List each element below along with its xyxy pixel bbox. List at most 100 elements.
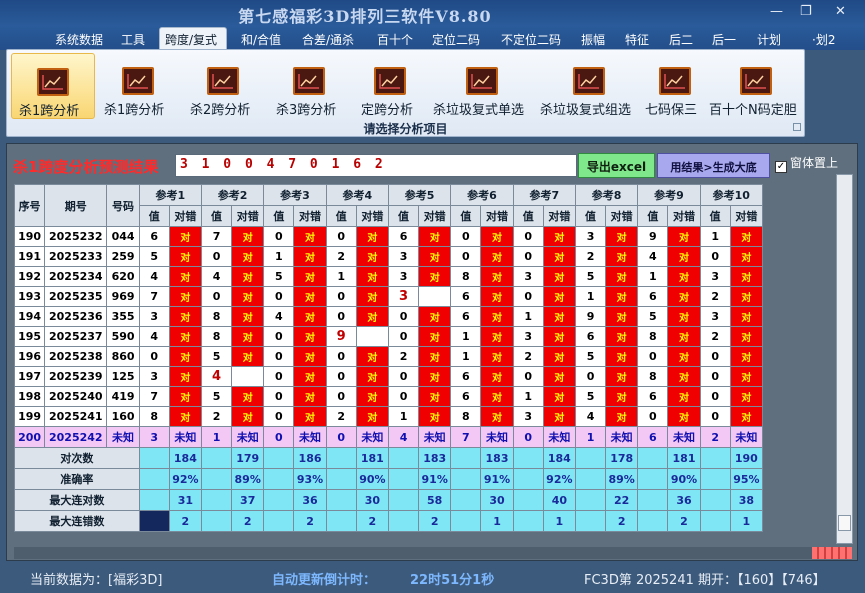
menu-amplitude[interactable]: 振幅 xyxy=(581,31,605,48)
menu-diff-kill[interactable]: 合差/通杀 xyxy=(302,31,354,48)
stats-value: 30 xyxy=(480,489,514,511)
table-row[interactable]: 193 2025235 969 7 对 0 对 0 对 0 对 3 6 对 0 对 1 对 6 对 2 对 xyxy=(13,286,764,307)
ribbon-button-kill1-span-b[interactable]: 杀1跨分析 xyxy=(99,53,179,119)
ribbon-button-fixed-span[interactable]: 定跨分析 xyxy=(355,53,425,119)
code-cell: 620 xyxy=(106,266,140,287)
stats-value: 36 xyxy=(293,489,327,511)
table-row[interactable]: 194 2025236 355 3 对 8 对 4 对 0 对 0 对 6 对 1 对 9 对 5 对 3 对 xyxy=(13,306,764,327)
ribbon-button-kill1-span[interactable]: 杀1跨分析 xyxy=(11,53,95,119)
ribbon-button-n-code[interactable]: 百十个N码定胆 xyxy=(709,53,803,119)
check-cell-ok: 对 xyxy=(231,226,265,247)
stats-blank xyxy=(699,447,731,469)
check-cell-ok: 对 xyxy=(293,346,327,367)
check-cell-ok: 对 xyxy=(168,266,202,287)
stats-value: 38 xyxy=(729,489,764,511)
check-cell-ok: 对 xyxy=(542,346,576,367)
code-cell: 259 xyxy=(106,246,140,267)
stats-blank xyxy=(637,447,669,469)
menu-sum-value[interactable]: 和/合值 xyxy=(241,31,281,48)
menu-tools[interactable]: 工具 xyxy=(121,31,145,48)
minimize-button[interactable]: — xyxy=(770,5,783,19)
expand-icon[interactable] xyxy=(793,123,801,131)
result-field[interactable]: 3 1 0 0 4 7 0 1 6 2 xyxy=(175,154,577,177)
horizontal-scrollbar[interactable] xyxy=(14,547,814,559)
app-title: 第七感福彩3D排列三软件V8.80 xyxy=(238,7,492,26)
vertical-scrollbar[interactable] xyxy=(836,174,853,544)
maximize-button[interactable]: ❐ xyxy=(800,5,812,19)
check-cell-ok: 对 xyxy=(168,366,202,387)
menu-plan[interactable]: 计划 xyxy=(757,31,781,48)
header-period: 期号 xyxy=(44,184,108,227)
menu-fixed-two[interactable]: 定位二码 xyxy=(432,31,480,48)
stats-blank xyxy=(699,510,731,532)
stats-blank xyxy=(450,510,482,532)
table-row[interactable]: 190 2025232 044 6 对 7 对 0 对 0 对 6 对 0 对 0 对 3 对 9 对 1 对 xyxy=(13,226,764,247)
value-cell: 2 xyxy=(200,406,233,427)
check-cell-wrong xyxy=(418,286,452,307)
check-cell-ok: 对 xyxy=(542,226,576,247)
check-cell-ok: 对 xyxy=(480,406,514,427)
check-cell-ok: 对 xyxy=(418,266,452,287)
ribbon-button-seven-code[interactable]: 七码保三 xyxy=(643,53,707,119)
export-excel-button[interactable]: 导出excel xyxy=(578,153,655,178)
ribbon-button-kill2-span[interactable]: 杀2跨分析 xyxy=(183,53,263,119)
table-row-unknown[interactable]: 200 2025242 未知 3 未知 1 未知 0 未知 0 未知 4 未知 7 未知 0 未知 1 未知 6 未知 2… xyxy=(13,426,764,448)
chart-icon xyxy=(659,67,691,95)
table-row[interactable]: 191 2025233 259 5 对 0 对 1 对 2 对 3 对 0 对 0 对 2 对 4 对 0 对 xyxy=(13,246,764,267)
menu-features[interactable]: 特征 xyxy=(625,31,649,48)
value-cell: 1 xyxy=(512,306,544,327)
stats-blank xyxy=(387,468,420,490)
value-cell: 4 xyxy=(138,266,170,287)
menu-span-compound[interactable]: 跨度/复式 xyxy=(165,31,217,48)
stats-value: 179 xyxy=(231,447,265,469)
subheader-value: 值 xyxy=(325,205,357,227)
menu-system-data[interactable]: 系统数据 xyxy=(55,31,103,48)
ribbon-button-label: 七码保三 xyxy=(645,103,698,118)
period-cell: 2025238 xyxy=(44,346,108,367)
check-cell-ok: 对 xyxy=(231,406,265,427)
check-cell-unknown: 未知 xyxy=(729,426,764,448)
value-cell: 8 xyxy=(200,326,233,347)
check-cell-ok: 对 xyxy=(729,386,764,407)
check-cell-ok: 对 xyxy=(418,306,452,327)
check-cell-ok: 对 xyxy=(293,266,327,287)
check-cell-ok: 对 xyxy=(605,386,639,407)
menu-last-two[interactable]: 后二 xyxy=(669,31,693,48)
subheader-value: 值 xyxy=(512,205,544,227)
table-row[interactable]: 196 2025238 860 0 对 5 对 0 对 0 对 2 对 1 对 2 对 5 对 0 对 0 对 xyxy=(13,346,764,367)
scroll-thumb[interactable] xyxy=(838,515,851,531)
stats-row: 对次数 184 179 186 181 183 183 184 178 181 190 xyxy=(14,447,764,469)
menu-unfixed-two[interactable]: 不定位二码 xyxy=(501,31,561,48)
menu-last-one[interactable]: 后一 xyxy=(712,31,736,48)
ribbon-button-kill3-span[interactable]: 杀3跨分析 xyxy=(269,53,349,119)
menu-plan-2[interactable]: ·划2 xyxy=(812,31,835,48)
stats-row: 准确率 92% 89% 93% 90% 91% 91% 92% 89% 90% 95% xyxy=(14,468,764,490)
value-cell: 6 xyxy=(450,386,482,407)
ribbon-button-junk-single[interactable]: 杀垃圾复式单选 xyxy=(430,53,534,119)
ribbon-panel: 杀1跨分析 杀1跨分析 杀2跨分析 杀3跨分析 定跨分析 杀垃圾复式单选 杀垃圾… xyxy=(6,49,805,137)
checkbox-icon[interactable]: ✓ xyxy=(775,161,787,173)
value-cell: 0 xyxy=(263,366,295,387)
check-cell-ok: 对 xyxy=(542,266,576,287)
check-cell-ok: 对 xyxy=(293,406,327,427)
table-row[interactable]: 199 2025241 160 8 对 2 对 0 对 2 对 1 对 8 对 3 对 4 对 0 对 0 对 xyxy=(13,406,764,427)
ribbon-button-junk-group[interactable]: 杀垃圾复式组选 xyxy=(537,53,641,119)
check-cell-unknown: 未知 xyxy=(293,426,327,448)
menu-positions[interactable]: 百十个 xyxy=(377,31,413,48)
stats-label: 最大连错数 xyxy=(14,510,140,532)
topmost-checkbox[interactable]: ✓ 窗体置上 xyxy=(775,154,838,173)
value-cell: 3 xyxy=(699,266,731,287)
close-button[interactable]: ✕ xyxy=(835,5,846,19)
status-bar: 当前数据为：[福彩3D] 自动更新倒计时： 22时51分1秒 FC3D第 202… xyxy=(0,562,865,593)
check-cell-wrong xyxy=(355,326,389,347)
table-row[interactable]: 195 2025237 590 4 对 8 对 0 对 9 0 对 1 对 3 对 6 对 8 对 2 对 xyxy=(13,326,764,347)
stats-blank xyxy=(325,510,357,532)
generate-base-button[interactable]: 用结果>生成大底 xyxy=(657,153,770,178)
value-cell: 3 xyxy=(138,426,170,448)
stats-value: 183 xyxy=(418,447,452,469)
table-row[interactable]: 192 2025234 620 4 对 4 对 5 对 1 对 3 对 8 对 3 对 5 对 1 对 3 对 xyxy=(13,266,764,287)
stats-value: 93% xyxy=(293,468,327,490)
value-cell: 0 xyxy=(699,246,731,267)
table-row[interactable]: 198 2025240 419 7 对 5 对 0 对 0 对 0 对 6 对 1 对 5 对 6 对 0 对 xyxy=(13,386,764,407)
table-row[interactable]: 197 2025239 125 3 对 4 0 对 0 对 0 对 6 对 0 对 0 对 8 对 0 对 xyxy=(13,366,764,387)
